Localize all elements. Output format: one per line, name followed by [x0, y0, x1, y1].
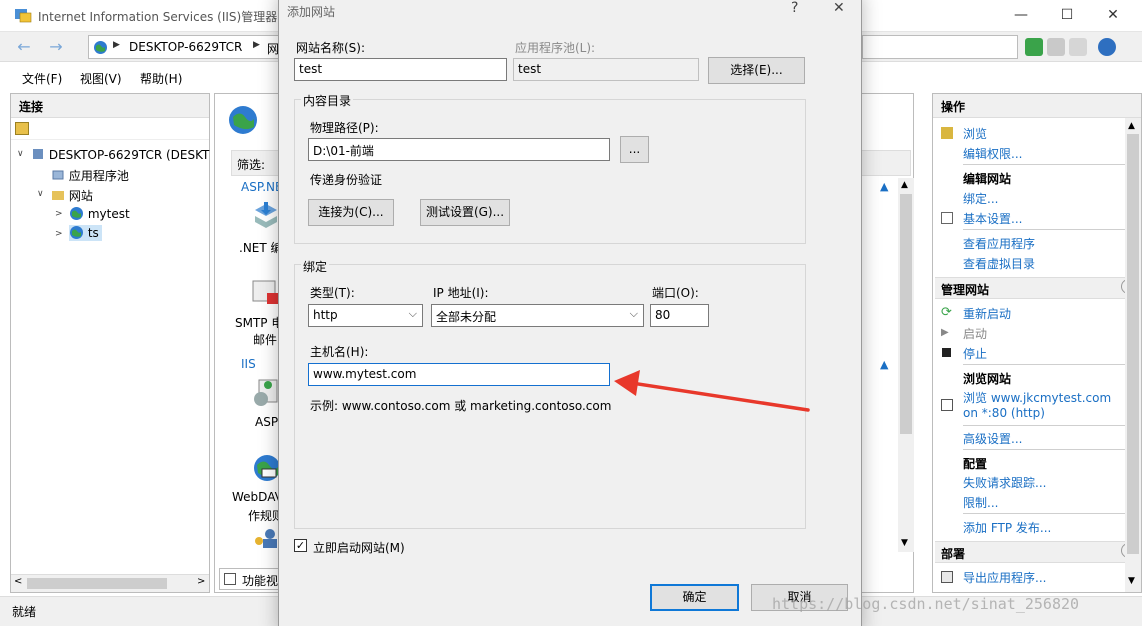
watermark-text: https://blog.csdn.net/sinat_256820 [772, 595, 1080, 613]
annotation-arrow-icon [614, 370, 810, 412]
